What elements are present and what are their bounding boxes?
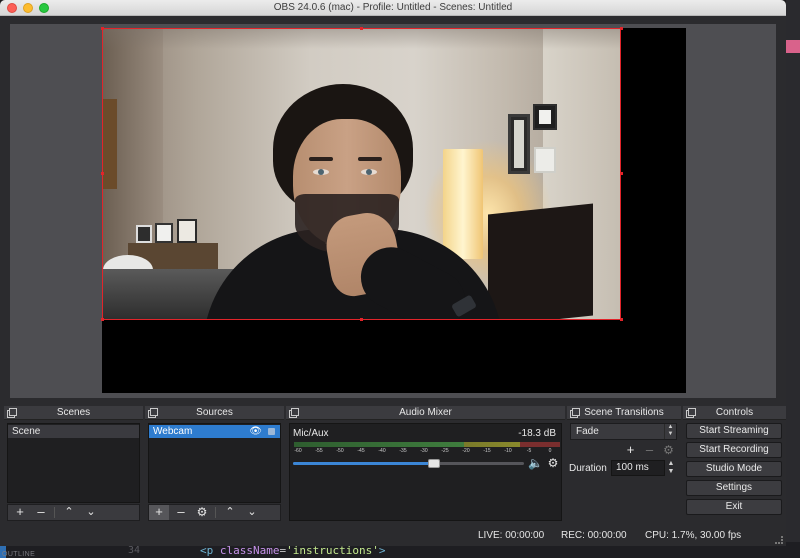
- resize-handle[interactable]: [101, 318, 104, 321]
- volume-slider[interactable]: [293, 459, 524, 468]
- volume-slider-handle[interactable]: [428, 459, 440, 468]
- volume-meter-tick: -35: [399, 448, 407, 454]
- source-properties-gear-icon[interactable]: ⚙: [192, 505, 212, 520]
- mixer-settings-gear-icon[interactable]: ⚙: [546, 456, 560, 470]
- rec-status: REC: 00:00:00: [561, 530, 627, 541]
- window-title: OBS 24.0.6 (mac) - Profile: Untitled - S…: [273, 2, 513, 13]
- volume-meter: [294, 442, 560, 447]
- resize-handle[interactable]: [360, 27, 363, 30]
- volume-meter-tick: -50: [336, 448, 344, 454]
- move-source-up-icon[interactable]: ⌃: [220, 505, 240, 520]
- sources-list[interactable]: Webcam 👁: [148, 423, 281, 503]
- volume-meter-tick: -30: [420, 448, 428, 454]
- volume-meter-scale: -60 -55 -50 -45 -40 -35 -30 -25 -20 -15 -10 -5 0: [294, 448, 560, 458]
- scene-transitions-dock: Scene Transitions Fade ▲ ▼ + – ⚙ Duration…: [567, 406, 681, 524]
- lock-icon[interactable]: [268, 428, 275, 435]
- transition-properties-gear-icon[interactable]: ⚙: [661, 443, 676, 457]
- exit-button[interactable]: Exit: [686, 499, 782, 515]
- outline-label: OUTLINE: [2, 551, 36, 558]
- sources-dock: Sources Webcam 👁 + – ⚙ ⌃ ⌄: [145, 406, 284, 524]
- resize-handle[interactable]: [101, 27, 104, 30]
- scenes-list[interactable]: Scene: [7, 423, 140, 503]
- volume-meter-tick: -45: [357, 448, 365, 454]
- audio-mixer-panel: Mic/Aux -18.3 dB -60 -55 -50 -45 -40 -35 -30 -2…: [289, 423, 562, 521]
- remove-transition-icon[interactable]: –: [642, 443, 657, 457]
- controls-dock-header: Controls: [683, 406, 786, 420]
- scene-transitions-dock-header: Scene Transitions: [567, 406, 681, 420]
- resize-handle[interactable]: [620, 27, 623, 30]
- background-editor-tab: [786, 40, 800, 53]
- source-item-label: Webcam: [153, 426, 193, 437]
- scenes-dock-title: Scenes: [56, 407, 91, 418]
- add-transition-icon[interactable]: +: [623, 443, 638, 457]
- status-bar: LIVE: 00:00:00 REC: 00:00:00 CPU: 1.7%, …: [0, 526, 786, 546]
- volume-meter-tick: -10: [504, 448, 512, 454]
- resize-handle[interactable]: [620, 318, 623, 321]
- volume-meter-tick: -40: [378, 448, 386, 454]
- chevron-up-down-icon: ▲ ▼: [664, 424, 676, 439]
- resize-handle[interactable]: [101, 172, 104, 175]
- controls-dock: Controls Start Streaming Start Recording…: [683, 406, 786, 524]
- audio-mixer-dock-title: Audio Mixer: [399, 407, 452, 418]
- resize-handle[interactable]: [360, 318, 363, 321]
- live-status: LIVE: 00:00:00: [478, 530, 545, 541]
- transition-select[interactable]: Fade ▲ ▼: [570, 423, 677, 440]
- volume-meter-tick: -5: [526, 448, 532, 454]
- resize-handle[interactable]: [620, 172, 623, 175]
- sources-dock-header: Sources: [145, 406, 284, 420]
- duration-input[interactable]: 100 ms: [611, 460, 665, 476]
- scene-item[interactable]: Scene: [8, 425, 139, 438]
- sources-toolbar: + – ⚙ ⌃ ⌄: [148, 504, 281, 521]
- scene-transitions-dock-title: Scene Transitions: [584, 407, 664, 418]
- title-bar[interactable]: OBS 24.0.6 (mac) - Profile: Untitled - S…: [0, 0, 786, 16]
- move-source-down-icon[interactable]: ⌄: [242, 505, 262, 520]
- audio-mixer-dock-header: Audio Mixer: [286, 406, 565, 420]
- volume-meter-tick: -20: [462, 448, 470, 454]
- start-recording-button[interactable]: Start Recording: [686, 442, 782, 458]
- audio-mixer-dock: Audio Mixer Mic/Aux -18.3 dB -60 -55 -50 -4…: [286, 406, 565, 524]
- settings-button[interactable]: Settings: [686, 480, 782, 496]
- move-scene-down-icon[interactable]: ⌄: [81, 505, 101, 520]
- scenes-toolbar: + – ⌃ ⌄: [7, 504, 140, 521]
- remove-scene-icon[interactable]: –: [31, 505, 51, 520]
- mixer-channel-level: -18.3 dB: [518, 428, 556, 439]
- volume-meter-tick: -60: [294, 448, 302, 454]
- mixer-channel-name: Mic/Aux: [293, 428, 329, 439]
- eye-icon[interactable]: 👁: [249, 425, 262, 438]
- duration-stepper-icon[interactable]: ▲ ▼: [666, 460, 676, 476]
- controls-dock-title: Controls: [715, 407, 754, 418]
- duration-label: Duration: [569, 463, 607, 474]
- volume-meter-tick: -15: [483, 448, 491, 454]
- start-streaming-button[interactable]: Start Streaming: [686, 423, 782, 439]
- volume-slider-fill: [293, 462, 434, 465]
- webcam-source-preview[interactable]: [102, 28, 621, 320]
- studio-mode-button[interactable]: Studio Mode: [686, 461, 782, 477]
- cpu-status: CPU: 1.7%, 30.00 fps: [645, 530, 742, 541]
- volume-meter-tick: 0: [548, 448, 552, 454]
- obs-window: OBS 24.0.6 (mac) - Profile: Untitled - S…: [0, 0, 786, 546]
- move-scene-up-icon[interactable]: ⌃: [59, 505, 79, 520]
- scenes-dock-header: Scenes: [4, 406, 143, 420]
- transition-select-value: Fade: [576, 426, 599, 437]
- volume-meter-tick: -55: [315, 448, 323, 454]
- window-resize-grip[interactable]: [775, 536, 783, 544]
- add-source-icon[interactable]: +: [149, 505, 169, 520]
- sources-dock-title: Sources: [196, 407, 233, 418]
- volume-meter-tick: -25: [441, 448, 449, 454]
- background-editor-edge: [786, 0, 800, 558]
- remove-source-icon[interactable]: –: [171, 505, 191, 520]
- speaker-mute-icon[interactable]: 🔈: [528, 456, 543, 470]
- line-number: 34: [128, 545, 141, 556]
- source-item-webcam[interactable]: Webcam 👁: [149, 425, 280, 438]
- scenes-dock: Scenes Scene + – ⌃ ⌄: [4, 406, 143, 524]
- add-scene-icon[interactable]: +: [10, 505, 30, 520]
